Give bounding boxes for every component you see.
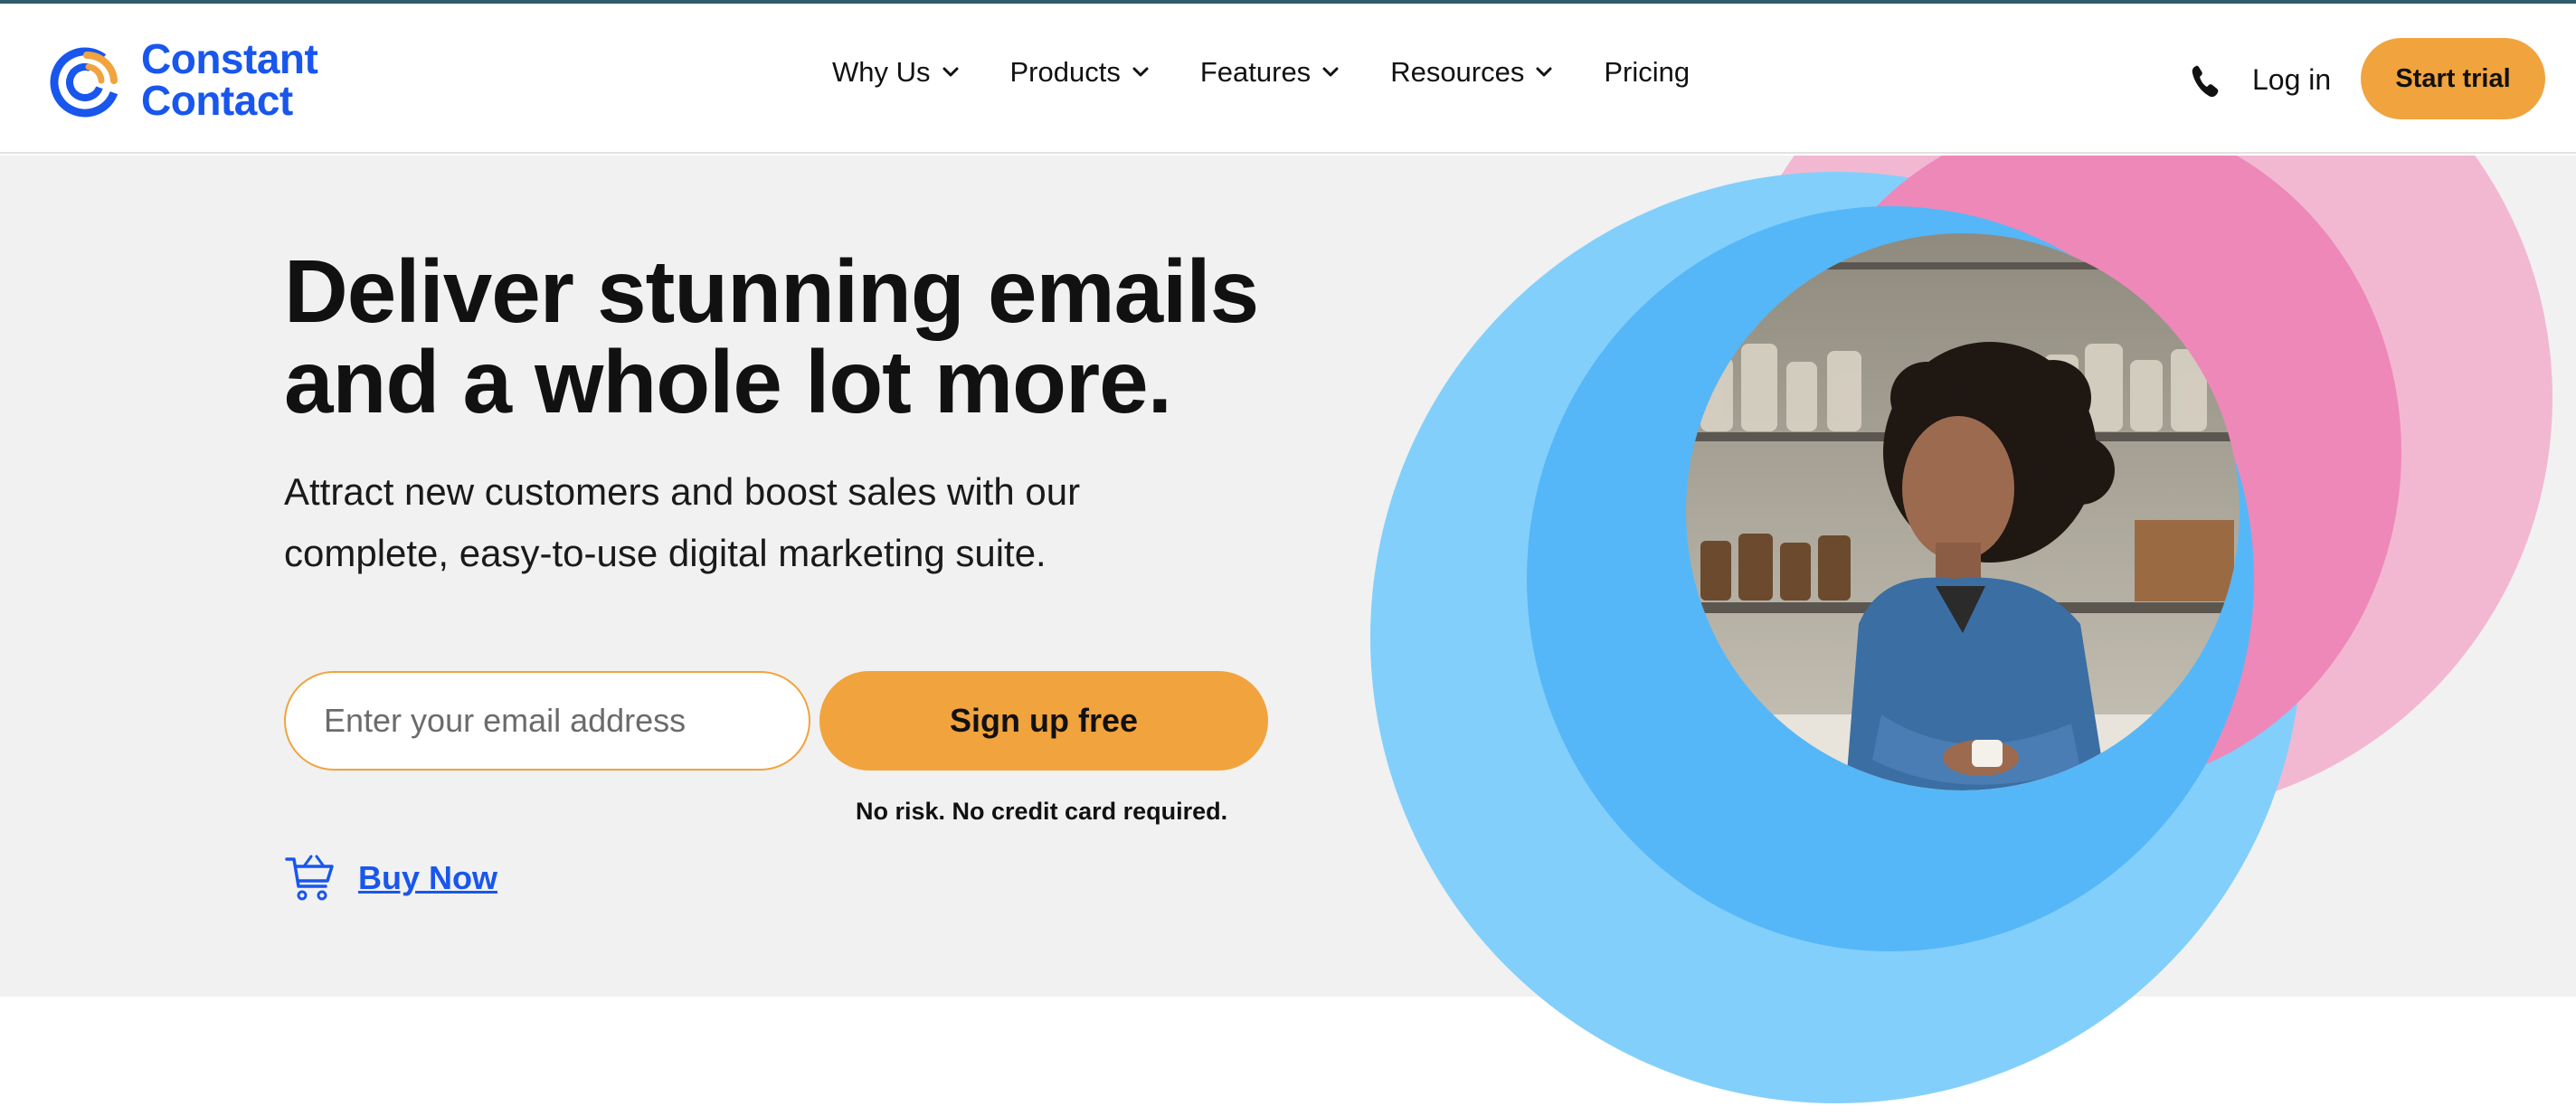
brand-logo[interactable]: Constant Contact: [47, 35, 318, 124]
nav-item-products[interactable]: Products: [1010, 56, 1150, 89]
nav-item-why-us[interactable]: Why Us: [832, 56, 960, 89]
nav-item-label: Pricing: [1604, 56, 1690, 88]
sign-up-free-button[interactable]: Sign up free: [819, 671, 1268, 771]
hero-subhead-line1: Attract new customers and boost sales wi…: [284, 470, 1081, 513]
hero-subhead: Attract new customers and boost sales wi…: [284, 461, 1243, 584]
hero-section: Deliver stunning emails and a whole lot …: [0, 156, 2576, 997]
hero-subhead-line2: complete, easy-to-use digital marketing …: [284, 532, 1046, 574]
brand-wordmark: Constant Contact: [141, 35, 318, 124]
hero-headline-line1: Deliver stunning emails: [284, 241, 1259, 341]
email-field[interactable]: [284, 671, 810, 771]
hero-headline: Deliver stunning emails and a whole lot …: [284, 246, 1351, 427]
nav-item-label: Features: [1199, 56, 1312, 88]
nav-item-features[interactable]: Features: [1200, 56, 1340, 89]
buy-now-link[interactable]: Buy Now: [358, 859, 497, 897]
site-header: Constant Contact Why Us Products Feature…: [0, 4, 2576, 154]
hero-headline-line2: and a whole lot more.: [284, 332, 1172, 431]
phone-icon[interactable]: [2189, 63, 2221, 99]
brand-name-line1: Constant: [141, 35, 318, 82]
nav-item-label: Resources: [1390, 56, 1525, 88]
buy-now-link-group[interactable]: Buy Now: [284, 852, 497, 904]
no-risk-disclaimer: No risk. No credit card required.: [856, 798, 1228, 825]
nav-item-label: Why Us: [832, 56, 931, 88]
login-link[interactable]: Log in: [2252, 63, 2331, 97]
nav-item-pricing[interactable]: Pricing: [1604, 56, 1690, 89]
nav-item-resources[interactable]: Resources: [1390, 56, 1553, 89]
brand-name-line2: Contact: [141, 77, 293, 124]
start-trial-button[interactable]: Start trial: [2361, 38, 2545, 119]
nav-item-label: Products: [1009, 56, 1121, 88]
main-nav: Why Us Products Features Resources Prici…: [832, 56, 1740, 89]
chevron-down-icon: [1322, 67, 1339, 77]
cart-icon: [285, 855, 334, 901]
below-hero-area: [0, 997, 2576, 1116]
chevron-down-icon: [1132, 67, 1149, 77]
chevron-down-icon: [1536, 67, 1552, 77]
constant-contact-logo-icon: [50, 47, 120, 118]
chevron-down-icon: [942, 67, 958, 77]
